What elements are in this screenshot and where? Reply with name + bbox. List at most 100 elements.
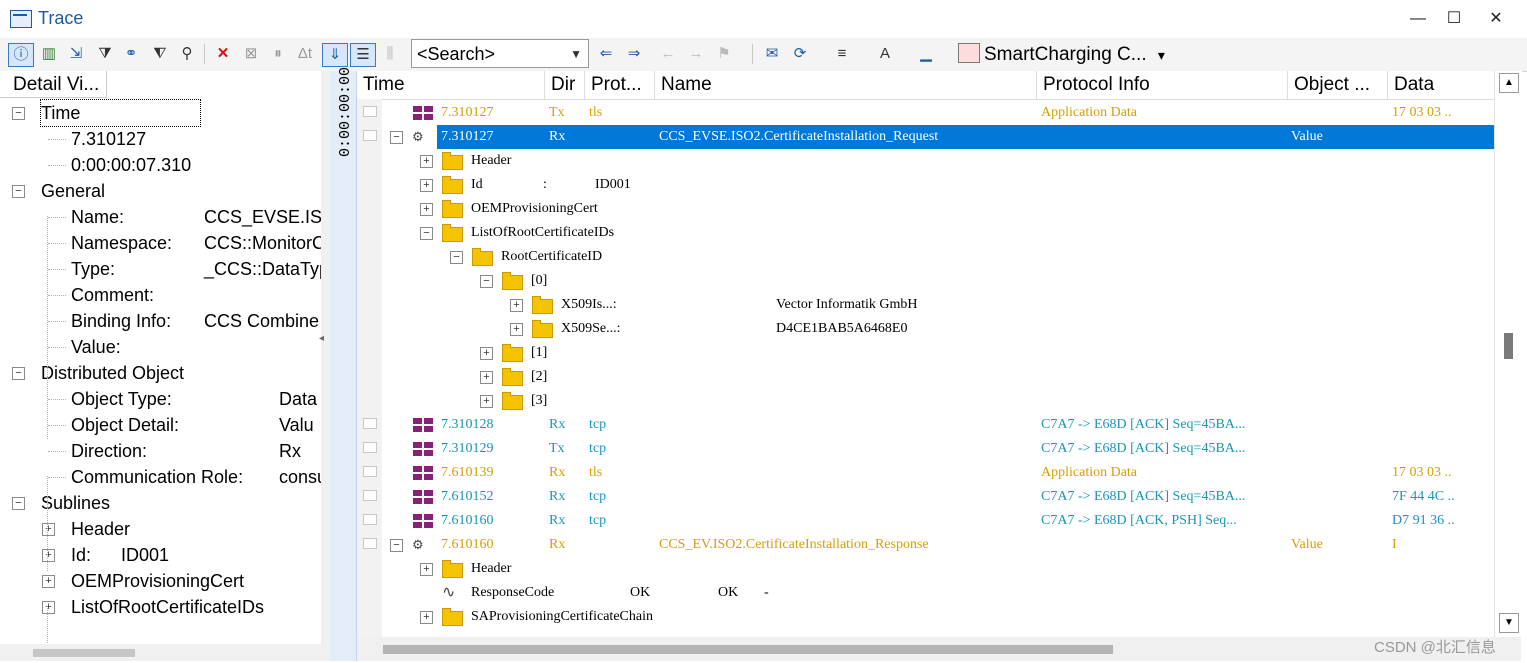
trace-row[interactable]: 7.310128 Rx tcp C7A7 -> E68D [ACK] Seq=45BA…	[357, 413, 1494, 437]
detail-view-header[interactable]: Detail Vi...	[0, 71, 107, 98]
delete-icon[interactable]: ✕	[211, 43, 235, 65]
vertical-scroll-thumb[interactable]	[1504, 333, 1513, 359]
expand-icon[interactable]: +	[42, 549, 55, 562]
trace-vertical-scrollbar[interactable]: ▲ ▼	[1494, 71, 1522, 637]
find-previous-icon[interactable]: ⇐	[594, 43, 618, 65]
scroll-up-icon[interactable]: ▲	[1499, 73, 1519, 93]
autoscroll-icon[interactable]: ⇓	[322, 43, 348, 67]
find-next-icon[interactable]: ⇒	[622, 43, 646, 65]
close-button[interactable]: ✕	[1476, 6, 1516, 32]
binoculars-icon[interactable]: ⚲	[175, 43, 199, 65]
detail-node-label[interactable]: Binding Info:	[71, 308, 171, 334]
detail-node-label[interactable]: Comment:	[71, 282, 154, 308]
trace-row[interactable]: ResponseCode OK OK -	[357, 581, 1494, 605]
detail-node-label[interactable]: Name:	[71, 204, 124, 230]
detail-node-label[interactable]: Communication Role:	[71, 464, 243, 490]
comment-icon[interactable]: ☰	[350, 43, 376, 67]
trace-horizontal-scrollbar[interactable]	[357, 637, 1521, 661]
delta-time-icon[interactable]: Δt	[293, 43, 317, 65]
trace-row[interactable]: ListOfRootCertificateIDs	[357, 221, 1494, 245]
column-name[interactable]: Name	[655, 71, 1037, 99]
detail-horizontal-scrollbar[interactable]	[0, 644, 321, 661]
detail-view-icon[interactable]: ⓘ	[8, 43, 34, 67]
bookmark-icon[interactable]: ⚑	[712, 43, 736, 65]
statistics-icon[interactable]: ▥	[37, 43, 61, 65]
filter-glasses-icon[interactable]: ⚭	[119, 43, 143, 65]
mail-icon[interactable]: ✉	[760, 43, 784, 65]
column-object[interactable]: Object ...	[1288, 71, 1388, 99]
trace-row[interactable]: 7.310127 Tx tls Application Data 17 03 03 ..	[357, 101, 1494, 125]
trace-row[interactable]: 7.610139 Rx tls Application Data 17 03 03 ..	[357, 461, 1494, 485]
chevron-left-icon[interactable]: ◂	[319, 333, 324, 344]
trace-row[interactable]: X509Is...: Vector Informatik GmbH	[357, 293, 1494, 317]
layout-icon[interactable]: ▁	[914, 43, 938, 65]
column-protocol[interactable]: Prot...	[585, 71, 655, 99]
arrow-right-icon[interactable]: →	[684, 43, 708, 65]
maximize-button[interactable]: ☐	[1434, 6, 1474, 32]
subline-value: OK	[630, 585, 651, 600]
trace-row[interactable]: OEMProvisioningCert	[357, 197, 1494, 221]
column-dir[interactable]: Dir	[545, 71, 585, 99]
arrow-left-icon[interactable]: ←	[656, 43, 680, 65]
horizontal-scroll-thumb[interactable]	[383, 645, 1113, 654]
columns-icon[interactable]: ⫼	[378, 43, 402, 65]
comment-icon[interactable]	[363, 130, 377, 141]
expand-icon[interactable]: +	[42, 575, 55, 588]
trace-row[interactable]: 7.610160 Rx CCS_EV.ISO2.CertificateInstall…	[357, 533, 1494, 557]
detail-node-label[interactable]: Id:	[71, 542, 91, 568]
pause-icon[interactable]: ⏸	[266, 43, 290, 65]
trace-row[interactable]: [0]	[357, 269, 1494, 293]
font-size-icon[interactable]: A	[873, 43, 897, 65]
detail-node-label[interactable]: Object Type:	[71, 386, 172, 412]
detail-node-label[interactable]: Sublines	[41, 490, 110, 516]
detail-node-label[interactable]: Distributed Object	[41, 360, 184, 386]
collapse-icon[interactable]: −	[12, 107, 25, 120]
detail-node-label[interactable]: General	[41, 178, 105, 204]
detail-node-label[interactable]: ListOfRootCertificateIDs	[71, 594, 264, 620]
collapse-icon[interactable]: −	[12, 185, 25, 198]
detail-node-label[interactable]: Value:	[71, 334, 121, 360]
filter-icon[interactable]: ⧩	[93, 43, 117, 65]
scroll-down-icon[interactable]: ▼	[1499, 613, 1519, 633]
trace-row[interactable]: X509Se...: D4CE1BAB5A6468E0	[357, 317, 1494, 341]
chevron-down-icon[interactable]: ▼	[570, 40, 582, 69]
trace-row[interactable]: 7.610160 Rx tcp C7A7 -> E68D [ACK, PSH] Seq…	[357, 509, 1494, 533]
detail-node-label[interactable]: 7.310127	[71, 126, 146, 152]
smartcharging-dropdown[interactable]: SmartCharging C... ▾	[958, 43, 1165, 66]
collapse-icon[interactable]: −	[12, 497, 25, 510]
detail-node-label[interactable]: Header	[71, 516, 130, 542]
panel-splitter[interactable]: ◂	[319, 71, 330, 661]
expand-icon[interactable]: +	[42, 523, 55, 536]
detail-node-label[interactable]: Namespace:	[71, 230, 172, 256]
column-protocol-info[interactable]: Protocol Info	[1037, 71, 1288, 99]
trace-row[interactable]: RootCertificateID	[357, 245, 1494, 269]
detail-node-label[interactable]: 0:00:00:07.310	[71, 152, 191, 178]
minimize-button[interactable]: —	[1398, 6, 1438, 32]
detail-node-label[interactable]: Direction:	[71, 438, 147, 464]
trace-row[interactable]: 7.610152 Rx tcp C7A7 -> E68D [ACK] Seq=45BA…	[357, 485, 1494, 509]
detail-node-label[interactable]: OEMProvisioningCert	[71, 568, 244, 594]
trace-row[interactable]: 7.310129 Tx tcp C7A7 -> E68D [ACK] Seq=45BA…	[357, 437, 1494, 461]
expand-icon[interactable]: +	[42, 601, 55, 614]
line-style-icon[interactable]: ≡	[830, 43, 854, 65]
detail-node-label[interactable]: Type:	[71, 256, 115, 282]
clear-icon[interactable]: ⊠	[239, 43, 263, 65]
folder-sync-icon[interactable]: ⟳	[788, 43, 812, 65]
search-input[interactable]: <Search> ▼	[411, 39, 589, 68]
trace-row[interactable]: Id: ID001	[357, 173, 1494, 197]
trace-row[interactable]: Header	[357, 557, 1494, 581]
collapse-icon[interactable]: −	[390, 131, 403, 144]
detail-node-label[interactable]: Time	[39, 99, 202, 127]
column-time[interactable]: Time	[357, 71, 545, 99]
trace-row[interactable]: [3]	[357, 389, 1494, 413]
export-icon[interactable]: ⇲	[64, 43, 88, 65]
detail-node-label[interactable]: Object Detail:	[71, 412, 179, 438]
trace-row[interactable]: SAProvisioningCertificateChain	[357, 605, 1494, 629]
trace-row[interactable]: [1]	[357, 341, 1494, 365]
filter-sort-icon[interactable]: ⧨	[148, 43, 172, 65]
trace-row[interactable]: 7.310127 Rx CCS_EVSE.ISO2.CertificateInsta…	[437, 125, 1494, 149]
trace-row[interactable]: [2]	[357, 365, 1494, 389]
collapse-icon[interactable]: −	[12, 367, 25, 380]
column-data[interactable]: Data	[1388, 71, 1494, 99]
trace-row[interactable]: Header	[357, 149, 1494, 173]
